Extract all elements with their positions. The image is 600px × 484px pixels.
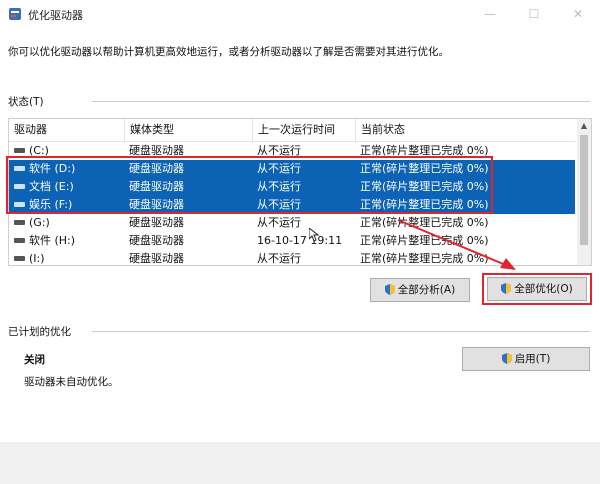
annotation-arrow-icon bbox=[397, 219, 516, 270]
mouse-cursor-icon bbox=[309, 228, 319, 242]
scheduled-section-label: 已计划的优化 bbox=[8, 326, 71, 338]
uac-shield-icon bbox=[501, 353, 512, 364]
scheduled-divider bbox=[92, 331, 590, 332]
enable-label: 启用(T) bbox=[514, 353, 551, 365]
scheduled-state: 关闭 bbox=[24, 354, 45, 366]
scheduled-detail: 驱动器未自动优化。 bbox=[24, 376, 119, 388]
dialog-footer bbox=[0, 442, 600, 484]
enable-button[interactable]: 启用(T) bbox=[462, 347, 590, 371]
